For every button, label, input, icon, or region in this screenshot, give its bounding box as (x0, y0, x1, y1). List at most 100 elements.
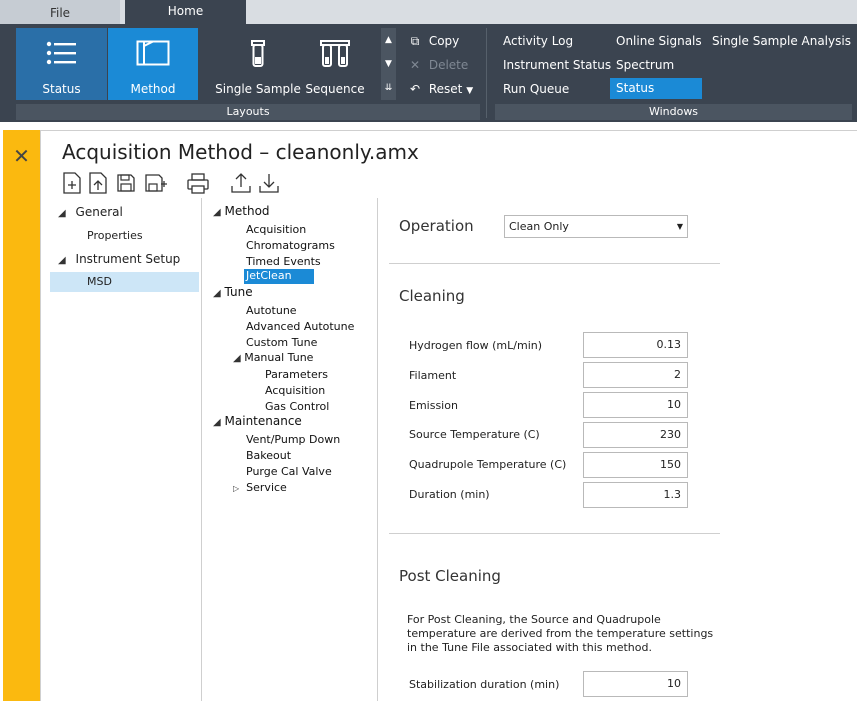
operation-select[interactable]: Clean Only ▼ (504, 215, 688, 238)
tree-method-label: Method (224, 204, 270, 218)
window-spectrum[interactable]: Spectrum (616, 56, 674, 74)
copy-icon: ⧉ (410, 34, 420, 48)
layout-scroller[interactable]: ▲ ▼ ⇊ (381, 28, 396, 100)
tree-maintenance-label: Maintenance (224, 414, 302, 428)
copy-button[interactable]: ⧉ Copy (405, 31, 460, 51)
nav-general[interactable]: ◢ General (58, 205, 123, 219)
import-icon[interactable] (258, 172, 280, 194)
cleaning-heading: Cleaning (399, 287, 465, 305)
filament-input[interactable]: 2 (583, 362, 688, 388)
tree-custom-tune[interactable]: Custom Tune (246, 336, 317, 349)
nav-properties[interactable]: Properties (87, 229, 143, 242)
method-layout-label: Method (130, 82, 176, 96)
source-temp-input[interactable]: 230 (583, 422, 688, 448)
quad-temp-input[interactable]: 150 (583, 452, 688, 478)
tree-chromatograms[interactable]: Chromatograms (246, 239, 335, 252)
reset-button[interactable]: ↶ Reset ▼ (405, 79, 473, 99)
ribbon: Status Method Single Sample Sequence ▲ ▼… (0, 24, 857, 122)
reset-label: Reset (428, 82, 463, 96)
sequence-layout-button[interactable]: Sequence (300, 28, 370, 100)
open-method-icon[interactable] (88, 172, 110, 194)
emission-input[interactable]: 10 (583, 392, 688, 418)
sequence-layout-label: Sequence (305, 82, 365, 96)
status-layout-label: Status (42, 82, 81, 96)
scroll-down-icon[interactable]: ▼ (381, 52, 396, 76)
tree-service[interactable]: ▷ Service (233, 481, 287, 494)
method-layout-button[interactable]: Method (108, 28, 198, 100)
filament-label: Filament (409, 369, 457, 382)
ribbon-divider (486, 28, 487, 118)
tree-tune-label: Tune (224, 285, 253, 299)
ribbon-gap (0, 122, 857, 130)
list-icon (46, 40, 78, 69)
post-cleaning-note: For Post Cleaning, the Source and Quadru… (407, 613, 714, 654)
tab-strip: File Home (0, 0, 857, 24)
tab-home[interactable]: Home (125, 0, 246, 24)
expanded-triangle-icon: ◢ (213, 288, 221, 299)
tree-bakeout[interactable]: Bakeout (246, 449, 291, 462)
panel-top-border (40, 130, 857, 131)
tree-maintenance[interactable]: ◢ Maintenance (213, 414, 302, 428)
panel-left-border (40, 130, 41, 701)
tree-manual-acquisition[interactable]: Acquisition (265, 384, 325, 397)
chevron-down-icon: ▼ (466, 86, 474, 96)
page-title: Acquisition Method – cleanonly.amx (62, 140, 419, 164)
window-instrument-status[interactable]: Instrument Status (503, 56, 611, 74)
duration-input[interactable]: 1.3 (583, 482, 688, 508)
tree-tune[interactable]: ◢ Tune (213, 285, 253, 299)
tree-gas-control[interactable]: Gas Control (265, 400, 329, 413)
vial-icon (250, 40, 266, 71)
tree-vent-pump-down[interactable]: Vent/Pump Down (246, 433, 340, 446)
expand-icon[interactable]: ⇊ (381, 76, 396, 100)
tab-file[interactable]: File (0, 0, 120, 24)
print-icon[interactable] (186, 172, 212, 194)
new-method-icon[interactable] (62, 172, 84, 194)
duration-label: Duration (min) (409, 488, 490, 501)
expanded-triangle-icon: ◢ (233, 353, 241, 364)
nav-instrument-setup[interactable]: ◢ Instrument Setup (58, 252, 180, 266)
tree-purge-cal-valve[interactable]: Purge Cal Valve (246, 465, 332, 478)
tree-advanced-autotune[interactable]: Advanced Autotune (246, 320, 354, 333)
expanded-triangle-icon: ◢ (213, 417, 221, 428)
tree-acquisition[interactable]: Acquisition (246, 223, 306, 236)
operation-label: Operation (399, 217, 474, 235)
post-cleaning-heading: Post Cleaning (399, 567, 501, 585)
undo-icon: ↶ (409, 82, 421, 96)
section-divider (389, 263, 720, 264)
section-divider (389, 533, 720, 534)
window-single-sample-analysis[interactable]: Single Sample Analysis (712, 32, 851, 50)
tree-timed-events[interactable]: Timed Events (246, 255, 321, 268)
close-icon[interactable]: ✕ (3, 144, 40, 168)
window-activity-log[interactable]: Activity Log (503, 32, 573, 50)
delete-label: Delete (428, 58, 469, 72)
stabilization-label: Stabilization duration (min) (409, 678, 560, 691)
tree-service-label: Service (246, 481, 287, 494)
hydrogen-flow-input[interactable]: 0.13 (583, 332, 688, 358)
source-temp-label: Source Temperature (C) (409, 428, 540, 441)
tree-jetclean[interactable]: JetClean (244, 269, 314, 284)
window-run-queue[interactable]: Run Queue (503, 80, 569, 98)
tree-autotune[interactable]: Autotune (246, 304, 297, 317)
close-panel-bar[interactable]: ✕ (3, 130, 40, 701)
window-online-signals[interactable]: Online Signals (616, 32, 702, 50)
chevron-down-icon: ▼ (676, 222, 683, 231)
save-icon[interactable] (116, 172, 138, 194)
nav-general-label: General (75, 205, 123, 219)
collapsed-triangle-icon: ▷ (233, 484, 240, 493)
nav-instrument-setup-label: Instrument Setup (75, 252, 181, 266)
vials-icon (320, 40, 350, 71)
tree-divider (377, 198, 378, 701)
export-icon[interactable] (230, 172, 252, 194)
window-status[interactable]: Status (610, 78, 702, 99)
stabilization-input[interactable]: 10 (583, 671, 688, 697)
tree-manual-tune-label: Manual Tune (244, 351, 314, 364)
tree-parameters[interactable]: Parameters (265, 368, 328, 381)
save-as-icon[interactable] (144, 172, 167, 194)
tree-manual-tune[interactable]: ◢ Manual Tune (233, 351, 313, 364)
nav-msd[interactable]: MSD (50, 272, 199, 292)
status-layout-button[interactable]: Status (16, 28, 107, 100)
tree-method[interactable]: ◢ Method (213, 204, 270, 218)
emission-label: Emission (409, 399, 458, 412)
scroll-up-icon[interactable]: ▲ (381, 28, 396, 52)
delete-button[interactable]: ✕ Delete (405, 55, 468, 75)
